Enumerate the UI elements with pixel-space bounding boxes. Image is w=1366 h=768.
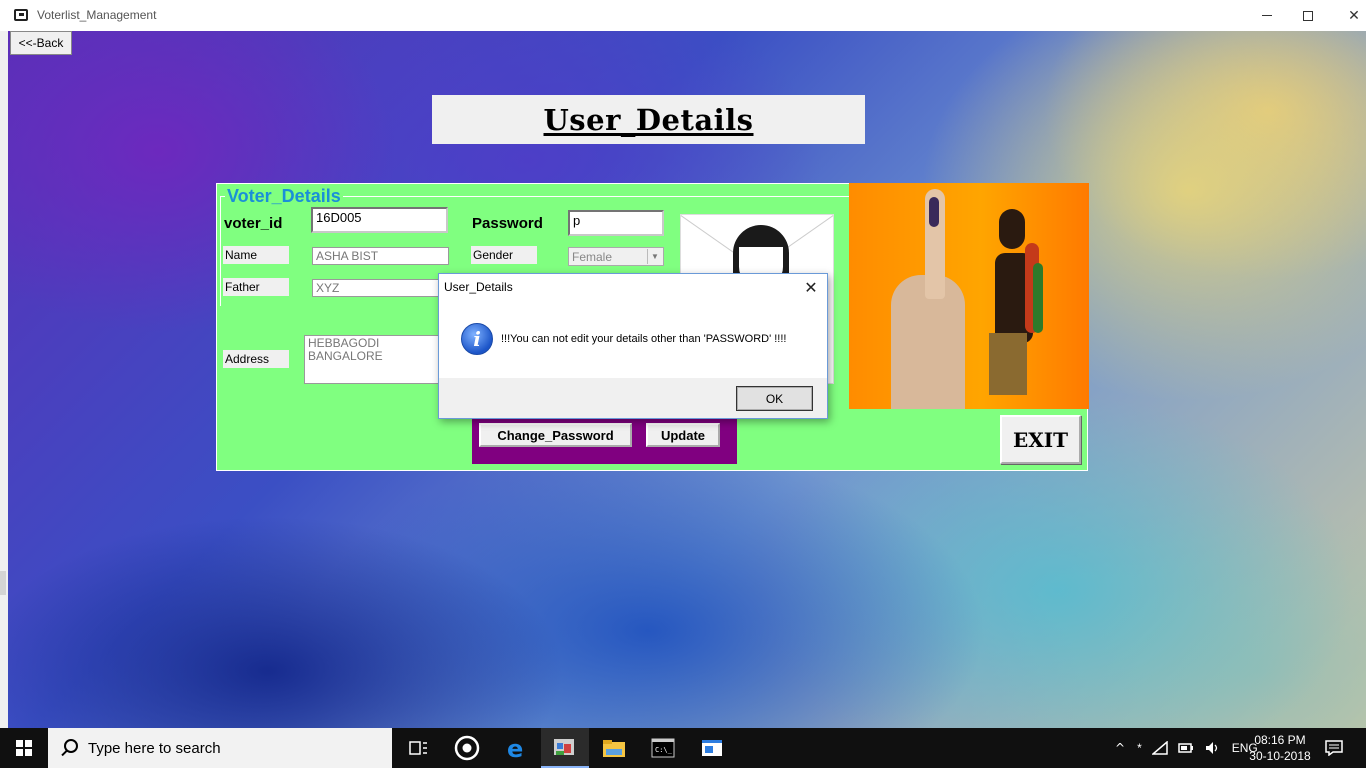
network-icon[interactable]: [1151, 741, 1168, 755]
window-left-edge: [0, 31, 8, 728]
voter-figure-head: [999, 209, 1025, 249]
chrome-taskbar-button[interactable]: [443, 728, 491, 768]
edge-taskbar-button[interactable]: e: [492, 728, 540, 768]
voter-figure-green: [1033, 263, 1043, 333]
maximize-icon: [1303, 10, 1313, 21]
page-title: User_Details: [543, 102, 754, 137]
vb-app-icon: [554, 739, 574, 755]
minimize-button[interactable]: [1244, 0, 1290, 31]
frame-border-left: [220, 196, 221, 306]
search-icon: [64, 739, 78, 753]
name-field[interactable]: ASHA BIST: [312, 247, 449, 265]
taskbar: Type here to search e C:\_ ^ * ENG 08:16…: [0, 728, 1366, 768]
exit-button[interactable]: EXIT: [1000, 415, 1081, 464]
cmd-icon: C:\_: [651, 738, 675, 758]
action-center-button[interactable]: [1310, 728, 1358, 768]
clock-time: 08:16 PM: [1254, 733, 1306, 747]
address-line-2: BANGALORE: [308, 349, 383, 363]
app-window-icon: [702, 740, 722, 756]
cmd-taskbar-button[interactable]: C:\_: [639, 728, 687, 768]
ink-mark: [929, 197, 939, 227]
dialog-close-button[interactable]: ✕: [801, 277, 821, 297]
svg-text:C:\_: C:\_: [655, 746, 673, 754]
system-tray: ^ * ENG: [1115, 728, 1258, 768]
app-icon: [14, 9, 28, 21]
address-field[interactable]: HEBBAGODI BANGALORE: [304, 335, 449, 384]
father-label: Father: [223, 278, 289, 296]
change-password-button[interactable]: Change_Password: [479, 423, 632, 447]
voter-id-field[interactable]: 16D005: [311, 207, 448, 233]
maximize-button[interactable]: [1285, 0, 1331, 31]
password-label: Password: [472, 215, 543, 232]
title-bar[interactable]: Voterlist_Management ✕: [0, 0, 1366, 31]
start-button[interactable]: [0, 728, 48, 768]
notification-icon: [1325, 740, 1343, 756]
address-label: Address: [223, 350, 289, 368]
taskbar-search[interactable]: Type here to search: [48, 728, 392, 768]
ok-button[interactable]: OK: [736, 386, 813, 411]
dialog-footer: OK: [439, 378, 827, 418]
clock[interactable]: 08:16 PM 30-10-2018: [1240, 732, 1320, 764]
update-button[interactable]: Update: [646, 423, 720, 447]
window-title: Voterlist_Management: [37, 8, 157, 22]
chevron-up-icon[interactable]: ^: [1115, 741, 1125, 755]
file-explorer-taskbar-button[interactable]: [590, 728, 638, 768]
close-icon: ✕: [1348, 7, 1360, 24]
edge-mark: [0, 571, 6, 595]
task-view-icon: [409, 741, 427, 755]
task-view-button[interactable]: [394, 728, 442, 768]
close-icon: ✕: [804, 277, 818, 297]
volume-icon[interactable]: [1204, 741, 1220, 755]
gender-select[interactable]: Female ▼: [568, 247, 664, 266]
battery-icon[interactable]: [1177, 742, 1194, 754]
password-field[interactable]: p: [568, 210, 664, 236]
name-label: Name: [223, 246, 289, 264]
minimize-icon: [1262, 15, 1272, 16]
bluetooth-icon[interactable]: *: [1137, 741, 1142, 755]
message-dialog: User_Details ✕ i !!!You can not edit you…: [438, 273, 828, 419]
windows-start-icon: [16, 740, 32, 756]
dialog-message: !!!You can not edit your details other t…: [501, 333, 787, 345]
close-button[interactable]: ✕: [1331, 0, 1366, 31]
frame-legend: Voter_Details: [225, 186, 343, 207]
page-title-box: User_Details: [432, 95, 865, 144]
svg-text:e: e: [507, 736, 523, 760]
vb-app-taskbar-button[interactable]: [541, 728, 589, 768]
clock-date: 30-10-2018: [1249, 749, 1311, 763]
chevron-down-icon[interactable]: ▼: [647, 249, 662, 264]
search-placeholder: Type here to search: [88, 740, 221, 757]
chrome-icon: [454, 735, 480, 761]
file-explorer-icon: [603, 740, 625, 757]
button-bar: Change_Password Update: [472, 414, 737, 464]
dialog-title: User_Details: [444, 280, 513, 294]
voting-image: [849, 183, 1089, 409]
gender-label: Gender: [471, 246, 537, 264]
info-icon: i: [461, 323, 493, 355]
father-field[interactable]: XYZ: [312, 279, 449, 297]
app-window-taskbar-button[interactable]: [688, 728, 736, 768]
voter-id-label: voter_id: [224, 215, 283, 232]
gender-value: Female: [572, 250, 613, 264]
ballot-box: [989, 333, 1027, 395]
back-button[interactable]: <<-Back: [10, 31, 72, 55]
edge-icon: e: [507, 736, 523, 760]
